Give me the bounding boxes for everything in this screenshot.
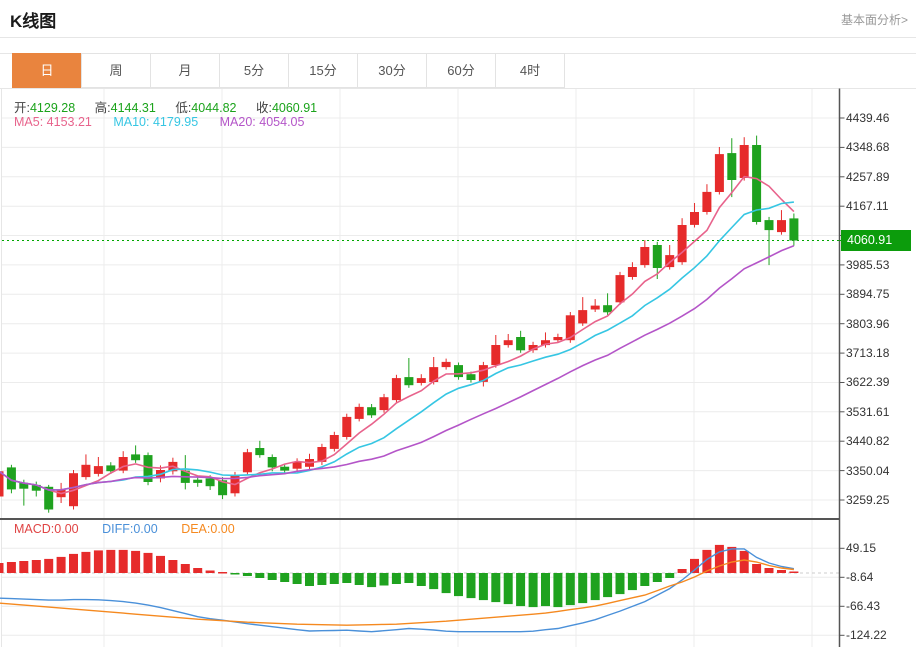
ma5-value: 4153.21 [47,115,92,129]
low-label: 低: [175,101,191,115]
price-axis-label: 3985.53 [846,258,889,272]
ma5-label: MA5: [14,115,43,129]
macd-axis-label: -66.43 [846,599,880,613]
open-label: 开: [14,101,30,115]
ma10-label: MA10: [113,115,149,129]
ma10-value: 4179.95 [153,115,198,129]
tab-week[interactable]: 周 [81,53,151,88]
diff-value: 0.00 [133,522,157,536]
interval-tab-bar: 日周月5分15分30分60分4时 [12,53,565,88]
price-axis-label: 3350.04 [846,464,889,478]
dea-value: 0.00 [210,522,234,536]
price-axis-label: 4257.89 [846,170,889,184]
tab-5min[interactable]: 5分 [219,53,289,88]
ohlc-quote-bar: 开:4129.28 高:4144.31 低:4044.82 收:4060.91 [14,97,333,116]
diff-label: DIFF: [102,522,133,536]
dea-label: DEA: [181,522,210,536]
open-value: 4129.28 [30,101,75,115]
kline-page: K线图 基本面分析> 日周月5分15分30分60分4时 开:4129.28 高:… [0,0,916,647]
price-axis-label: 3259.25 [846,493,889,507]
tab-day[interactable]: 日 [12,53,82,88]
macd-axis-label: 49.15 [846,541,876,555]
price-axis-label: 4439.46 [846,111,889,125]
page-title: K线图 [10,7,56,32]
close-value: 4060.91 [272,101,317,115]
tab-60min[interactable]: 60分 [426,53,496,88]
fundamental-analysis-link[interactable]: 基本面分析> [841,11,908,28]
ma20-value: 4054.05 [259,115,304,129]
macd-label: MACD: [14,522,54,536]
high-label: 高: [95,101,111,115]
last-price-badge: 4060.91 [841,230,911,251]
price-axis-label: 4167.11 [846,199,889,213]
price-axis-label: 3440.82 [846,434,889,448]
close-label: 收: [256,101,272,115]
tab-30min[interactable]: 30分 [357,53,427,88]
price-axis-label: 3713.18 [846,346,889,360]
macd-value: 0.00 [54,522,78,536]
price-axis-label: 3894.75 [846,287,889,301]
price-axis-label: 3531.61 [846,405,889,419]
tab-month[interactable]: 月 [150,53,220,88]
macd-axis-label: -8.64 [846,570,873,584]
high-value: 4144.31 [111,101,156,115]
ma-legend-bar: MA5: 4153.21 MA10: 4179.95 MA20: 4054.05 [14,115,322,129]
ma20-label: MA20: [220,115,256,129]
macd-axis-label: -124.22 [846,628,887,642]
price-axis-label: 3622.39 [846,375,889,389]
tab-4hour[interactable]: 4时 [495,53,565,88]
low-value: 4044.82 [191,101,236,115]
tab-15min[interactable]: 15分 [288,53,358,88]
price-axis-label: 3803.96 [846,317,889,331]
macd-legend-bar: MACD:0.00 DIFF:0.00 DEA:0.00 [14,522,255,536]
price-axis-label: 4348.68 [846,140,889,154]
